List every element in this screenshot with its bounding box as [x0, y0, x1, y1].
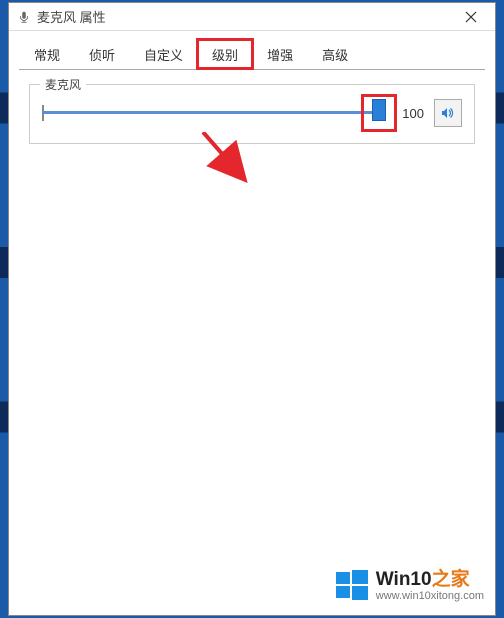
mute-button[interactable]: [434, 99, 462, 127]
watermark: Win10之家 www.win10xitong.com: [328, 564, 490, 608]
tab-listen[interactable]: 侦听: [74, 39, 130, 69]
windows-logo-icon: [334, 568, 370, 604]
levels-panel: 麦克风 100: [19, 69, 485, 562]
tab-advanced[interactable]: 高级: [307, 39, 363, 69]
microphone-icon: [17, 10, 31, 24]
watermark-brand: Win10之家: [376, 570, 484, 591]
group-label: 麦克风: [40, 76, 86, 93]
tab-enhancements[interactable]: 增强: [252, 39, 308, 69]
titlebar: 麦克风 属性: [9, 3, 495, 31]
slider-row: 100: [42, 99, 462, 127]
tab-general[interactable]: 常规: [19, 39, 75, 69]
microphone-level-group: 麦克风 100: [29, 84, 475, 144]
window-title: 麦克风 属性: [37, 7, 451, 26]
tab-custom[interactable]: 自定义: [129, 39, 198, 69]
level-slider[interactable]: [42, 103, 379, 123]
microphone-properties-dialog: 麦克风 属性 常规 侦听 自定义 级别 增强 高级 麦克风: [8, 2, 496, 616]
speaker-icon: [440, 105, 456, 121]
close-button[interactable]: [451, 4, 491, 30]
slider-thumb-highlight: [364, 97, 394, 129]
tab-levels[interactable]: 级别: [197, 39, 253, 69]
level-value: 100: [389, 106, 424, 121]
annotation-arrow: [95, 132, 265, 212]
watermark-url: www.win10xitong.com: [376, 590, 484, 602]
tab-strip: 常规 侦听 自定义 级别 增强 高级: [9, 31, 495, 69]
